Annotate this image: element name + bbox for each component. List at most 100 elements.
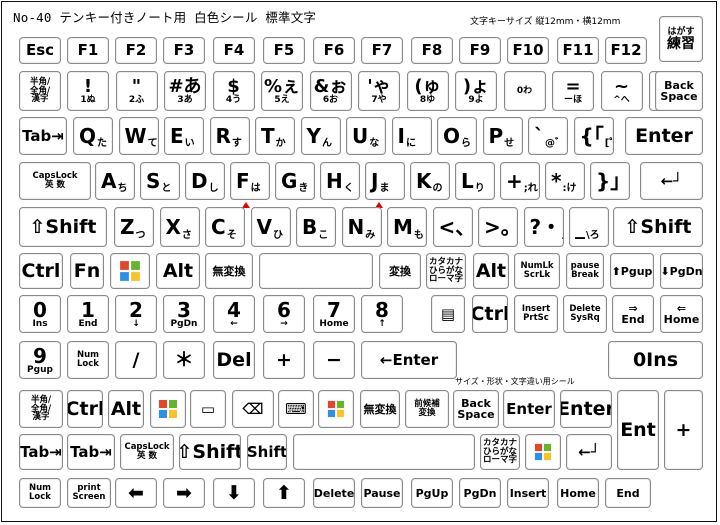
- key-f1: F1: [67, 37, 109, 64]
- key-minus: −: [313, 341, 355, 379]
- key-S: Sと: [140, 162, 180, 200]
- key-pgup: ⬆Pgup: [610, 253, 654, 289]
- key-numpad-enter: ←Enter: [361, 341, 457, 379]
- windows-logo-icon: [158, 399, 178, 419]
- key-A: Aち: [95, 162, 135, 200]
- key-f8: F8: [411, 37, 453, 64]
- spare-arrow-left-icon: ⬅: [115, 478, 157, 508]
- spare-end: End: [605, 478, 651, 508]
- window-icon: ▭: [190, 390, 226, 428]
- spare-stickers-note: サイズ・形状・文字違い用シール: [455, 377, 575, 386]
- key-num-0: ! 1ぬ: [67, 71, 109, 111]
- key-num-11: ~ ^へ: [600, 71, 643, 111]
- key-ctrl: Ctrl: [19, 253, 63, 289]
- spare-enter-large: Enter: [560, 390, 612, 428]
- key-`: ` @゛: [528, 117, 568, 155]
- key-L: Lり: [455, 162, 495, 200]
- spare-arrow-right-icon: ➡: [163, 478, 205, 508]
- spare-plus-tall: +: [664, 390, 703, 470]
- key-f4: F4: [213, 37, 255, 64]
- key-C: Cそ: [205, 207, 245, 247]
- spare-muhenkan: 無変換: [360, 390, 400, 428]
- windows-icon: [318, 390, 354, 428]
- spare-zenkoho: 前候補 変換: [405, 390, 449, 428]
- spare-enter-arrow: ←┘: [566, 434, 612, 470]
- key-H: Hく: [320, 162, 360, 200]
- spare-ctrl: Ctrl: [67, 390, 103, 428]
- key-esc: Esc: [19, 37, 61, 64]
- key-kana: カタカナ ひらがな ローマ字: [426, 253, 466, 289]
- key-N: Nみ: [341, 207, 382, 247]
- spare-tab-2: Tab⇥: [67, 434, 115, 470]
- key-_: _ \ろ: [569, 207, 609, 247]
- key-numpad-8: 8 ↑: [361, 295, 403, 333]
- key-num-9: 0わ: [503, 71, 546, 111]
- spare-home: Home: [557, 478, 599, 508]
- key-Y: Yん: [300, 117, 341, 155]
- key-peel-practice: はがす 練習: [659, 16, 703, 62]
- key-del: Del: [213, 341, 255, 379]
- key-shift-left: ⇧Shift: [19, 207, 107, 247]
- key-Z: Zつ: [114, 207, 154, 247]
- key-J: Jま: [365, 162, 405, 200]
- spare-kana: カタカナ ひらがな ローマ字: [480, 434, 520, 470]
- key-num-8: )ょ 9よ: [455, 71, 497, 111]
- key-henkan: 変換: [379, 253, 421, 289]
- spare-insert: Insert: [507, 478, 549, 508]
- windows-logo-icon: [534, 443, 552, 461]
- key-enter: Enter: [625, 117, 703, 155]
- key-ctrl-2: Ctrl: [472, 295, 508, 333]
- key-num-3: $4う: [212, 71, 255, 111]
- key-+: + ;れ: [500, 162, 540, 200]
- key-numpad-4: 4 ←: [213, 295, 255, 333]
- spare-capslock: CapsLock 英 数: [120, 434, 174, 470]
- spare-hankaku: 半角/ 全角/ 漢字: [19, 390, 63, 428]
- spare-space: [293, 434, 475, 470]
- key-end: ⇒ End: [612, 295, 654, 333]
- key-num-6: 'ゃ 7や: [358, 71, 400, 111]
- key-home: ⇐ Home: [660, 295, 703, 333]
- spare-shift: ⇧Shift: [179, 434, 241, 470]
- key-f3: F3: [163, 37, 205, 64]
- windows-logo-icon: [327, 400, 345, 418]
- key-slash: /: [115, 341, 157, 379]
- key-U: Uな: [346, 117, 386, 155]
- key-R: Rす: [209, 117, 250, 155]
- spare-tab: Tab⇥: [19, 434, 63, 470]
- key-G: Gき: [275, 162, 315, 200]
- key-T: Tか: [255, 117, 295, 155]
- spare-pgdn: PgDn: [459, 478, 501, 508]
- spare-num-lock: Num Lock: [19, 478, 61, 508]
- key-numpad-7: 7 Home: [313, 295, 355, 333]
- key-F: Fは: [230, 162, 270, 200]
- key-f7: F7: [361, 37, 403, 64]
- key-f2: F2: [115, 37, 157, 64]
- sheet-title: No-40 テンキー付きノート用 白色シール 標準文字: [13, 10, 317, 25]
- key-num-7: (ゅ 8ゆ: [406, 71, 449, 111]
- windows-icon: [110, 253, 150, 289]
- key-B: Bこ: [296, 207, 336, 247]
- key-shift-right: ⇧Shift: [613, 207, 703, 247]
- key-numlock-scrlk: NumLk ScrLk: [514, 253, 560, 289]
- key-{「: {「[゜: [573, 117, 614, 155]
- key-capslock: CapsLock 英 数: [19, 162, 91, 200]
- spare-pause: Pause: [361, 478, 403, 508]
- key-*: *:け: [545, 162, 585, 200]
- spare-print-screen: print Screen: [67, 478, 111, 508]
- spare-pgup: PgUp: [411, 478, 453, 508]
- key-}」: }」]む: [590, 162, 630, 200]
- spare-shift-small: Shift: [247, 434, 287, 470]
- spare-arrow-down-icon: ⬇: [213, 478, 255, 508]
- key-f5: F5: [263, 37, 305, 64]
- spare-delete: Delete: [313, 478, 355, 508]
- key-plus: +: [263, 341, 305, 379]
- key-?・: ?・/め: [523, 207, 564, 247]
- key-f9: F9: [459, 37, 501, 64]
- key-alt-right: Alt: [473, 253, 509, 289]
- key-K: Kの: [410, 162, 450, 200]
- key-f12: F12: [605, 37, 647, 64]
- key-alt: Alt: [156, 253, 200, 289]
- key-num-10: = ーほ: [552, 71, 594, 111]
- key-f10: F10: [507, 37, 549, 64]
- windows-icon: [525, 434, 561, 470]
